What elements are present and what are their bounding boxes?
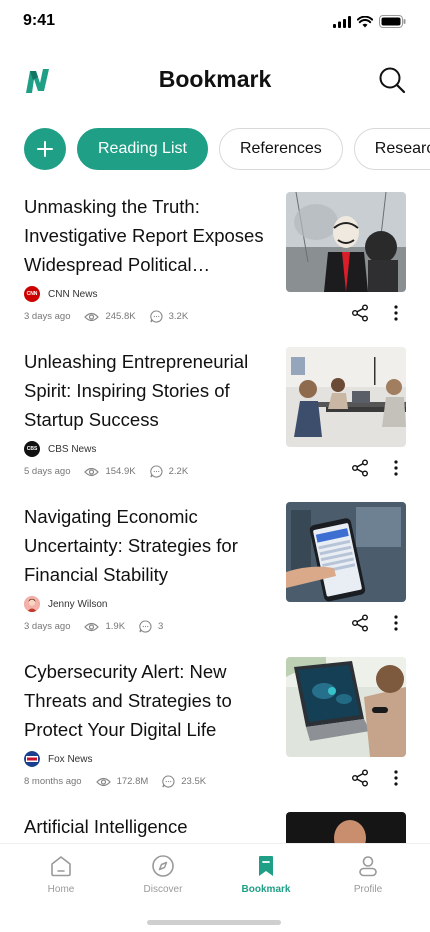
search-icon[interactable]: [378, 66, 406, 94]
article-title: Artificial Intelligence: [24, 816, 188, 837]
more-options-icon[interactable]: [388, 304, 404, 322]
article-card[interactable]: Cybersecurity Alert: New Threats and Str…: [24, 657, 406, 797]
more-options-icon[interactable]: [388, 769, 404, 787]
status-bar: 9:41: [0, 0, 430, 44]
nav-discover[interactable]: Discover: [123, 854, 203, 895]
article-time: 3 days ago: [24, 311, 71, 322]
comment-icon: [162, 775, 175, 788]
view-count: 245.8K: [105, 311, 136, 322]
signal-icon: [333, 15, 351, 28]
view-count: 172.8M: [116, 776, 149, 787]
cnn-logo: CNN: [24, 286, 40, 302]
article-meta: 8 months ago 172.8M 23.5K: [24, 775, 220, 788]
cbs-logo: CBS: [24, 441, 40, 457]
battery-icon: [379, 15, 406, 28]
add-list-button[interactable]: [24, 128, 66, 170]
fox-news-logo: [24, 751, 40, 767]
comment-icon: [139, 620, 152, 633]
page-title: Bookmark: [158, 66, 272, 92]
more-vertical-icon: [394, 615, 398, 631]
eye-icon: [95, 777, 111, 786]
tab-research[interactable]: Research: [353, 128, 430, 170]
more-vertical-icon: [394, 305, 398, 321]
article-title: Cybersecurity Alert: New Threats and Str…: [24, 661, 232, 740]
view-count: 154.9K: [105, 466, 136, 477]
more-vertical-icon: [394, 770, 398, 786]
nav-label: Profile: [353, 884, 383, 895]
comment-icon: [149, 465, 163, 478]
home-indicator: [147, 920, 281, 925]
article-thumbnail[interactable]: [286, 192, 406, 292]
nav-label: Discover: [143, 884, 183, 895]
comment-count: 2.2K: [168, 466, 189, 477]
article-source: CNN CNN News: [24, 286, 97, 302]
article-source: Jenny Wilson: [24, 596, 107, 612]
comment-count: 3.2K: [168, 311, 189, 322]
article-time: 5 days ago: [24, 466, 71, 477]
status-time: 9:41: [23, 12, 56, 29]
comment-count: 23.5K: [181, 776, 207, 787]
share-icon[interactable]: [351, 769, 369, 787]
home-icon: [51, 856, 71, 877]
tab-references[interactable]: References: [218, 128, 343, 170]
article-card[interactable]: Navigating Economic Uncertainty: Strateg…: [24, 502, 406, 642]
comment-count: 3: [158, 621, 164, 632]
more-options-icon[interactable]: [388, 614, 404, 632]
share-icon[interactable]: [351, 459, 369, 477]
nav-profile[interactable]: Profile: [328, 854, 408, 895]
eye-icon: [84, 622, 100, 631]
article-title: Unleashing Entrepreneurial Spirit: Inspi…: [24, 351, 249, 430]
eye-icon: [84, 312, 100, 321]
nav-home[interactable]: Home: [21, 854, 101, 895]
article-thumbnail[interactable]: [286, 657, 406, 757]
compass-icon: [152, 855, 174, 877]
eye-icon: [84, 467, 100, 476]
nav-bookmark[interactable]: Bookmark: [226, 854, 306, 895]
article-source: Fox News: [24, 751, 92, 767]
header: Bookmark: [0, 58, 430, 104]
status-icons: [333, 15, 406, 28]
source-name: Jenny Wilson: [48, 598, 108, 610]
bookmark-icon: [259, 856, 273, 876]
article-time: 3 days ago: [24, 621, 71, 632]
nav-label: Home: [47, 884, 75, 895]
article-meta: 3 days ago 245.8K 3.2K: [24, 310, 202, 323]
wifi-icon: [357, 15, 373, 27]
comment-icon: [149, 310, 163, 323]
article-meta: 5 days ago 154.9K 2.2K: [24, 465, 202, 478]
article-source: CBS CBS News: [24, 441, 96, 457]
profile-icon: [359, 856, 377, 877]
article-card[interactable]: Unleashing Entrepreneurial Spirit: Inspi…: [24, 347, 406, 487]
view-count: 1.9K: [105, 621, 126, 632]
article-title: Navigating Economic Uncertainty: Strateg…: [24, 506, 238, 585]
article-thumbnail[interactable]: [286, 347, 406, 447]
bottom-nav: Home Discover Bookmark Profile: [0, 843, 430, 932]
bookmark-tabs: Reading List References Research: [24, 128, 430, 170]
source-name: Fox News: [48, 753, 93, 765]
tab-reading-list[interactable]: Reading List: [77, 128, 208, 170]
article-meta: 3 days ago 1.9K 3: [24, 620, 177, 633]
more-options-icon[interactable]: [388, 459, 404, 477]
author-avatar: [24, 596, 40, 612]
plus-icon: [37, 141, 53, 157]
more-vertical-icon: [394, 460, 398, 476]
nav-label: Bookmark: [241, 884, 291, 895]
article-title: Unmasking the Truth: Investigative Repor…: [24, 196, 264, 275]
article-card[interactable]: Unmasking the Truth: Investigative Repor…: [24, 192, 406, 332]
article-thumbnail[interactable]: [286, 502, 406, 602]
article-time: 8 months ago: [24, 776, 82, 787]
share-icon[interactable]: [351, 614, 369, 632]
source-name: CNN News: [48, 288, 98, 300]
source-name: CBS News: [48, 443, 97, 455]
share-icon[interactable]: [351, 304, 369, 322]
